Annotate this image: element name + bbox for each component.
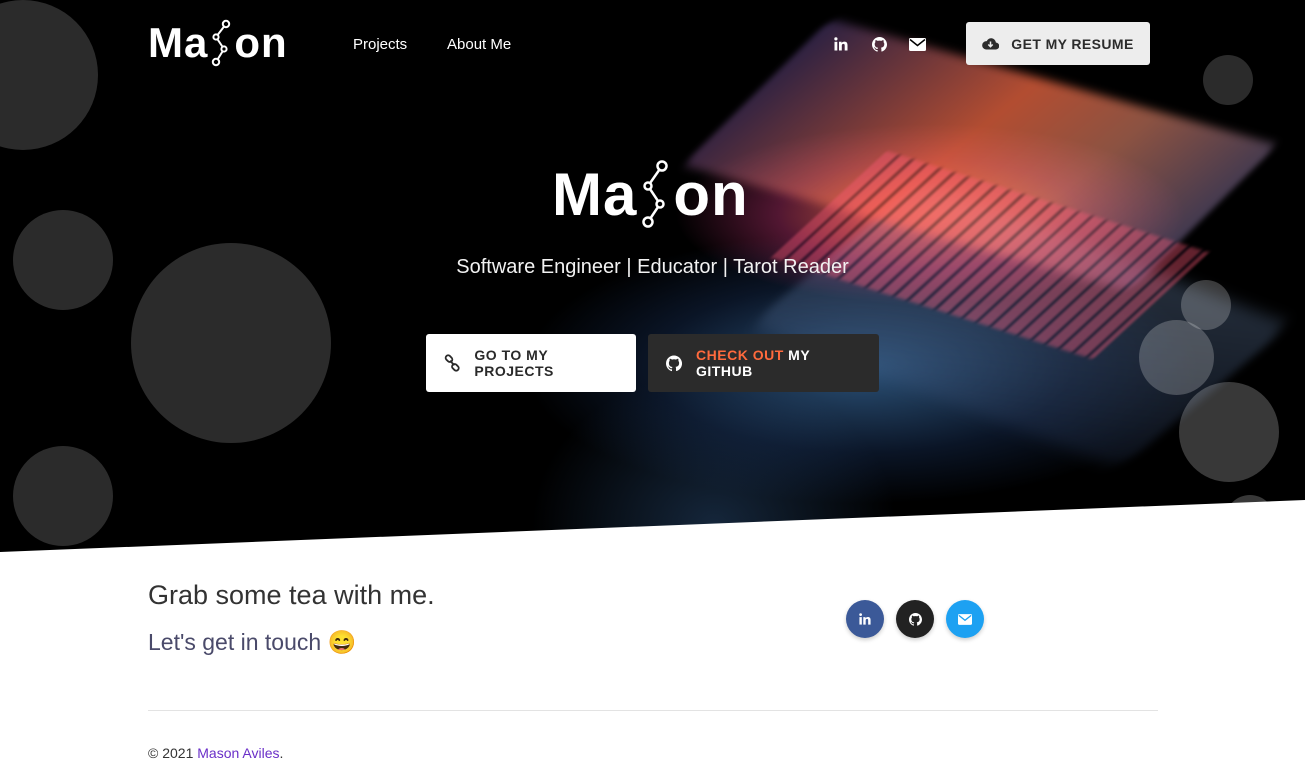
check-out-github-button[interactable]: CHECK OUT MY GITHUB [648, 334, 879, 392]
envelope-icon [958, 613, 972, 625]
hero-logo-prefix: Ma [552, 160, 638, 228]
decor-bubble [1179, 382, 1279, 482]
linkedin-icon[interactable] [831, 34, 851, 54]
projects-button-label: GO TO MY PROJECTS [474, 347, 554, 379]
go-to-projects-button[interactable]: GO TO MY PROJECTS [426, 334, 636, 392]
logo-suffix: on [234, 19, 288, 66]
copyright-text: © 2021 [148, 745, 194, 761]
hero-tagline: Software Engineer | Educator | Tarot Rea… [456, 256, 849, 278]
decor-bubble [1139, 320, 1214, 395]
footer-author-link[interactable]: Mason Aviles [197, 745, 279, 761]
envelope-icon[interactable] [907, 34, 927, 54]
linkedin-social-button[interactable] [846, 600, 884, 638]
contact-subheading: Let's get in touch 😄 [148, 629, 356, 656]
nav-link-about-me[interactable]: About Me [447, 36, 511, 53]
page: Ma on Projects About Me GET MY RESUME Ma… [0, 0, 1305, 764]
cloud-download-icon [982, 38, 1000, 50]
nav-link-projects[interactable]: Projects [353, 36, 407, 53]
footer-period: . [279, 745, 284, 761]
contact-subheading-text: Let's get in touch [148, 629, 322, 655]
contact-heading: Grab some tea with me. [148, 580, 435, 610]
footer-divider [148, 710, 1158, 711]
footer: © 2021 Mason Aviles. [148, 745, 283, 761]
top-nav: Ma on Projects About Me GET MY RESUME [0, 0, 1305, 90]
github-icon [666, 354, 683, 371]
email-social-button[interactable] [946, 600, 984, 638]
github-button-accent: CHECK OUT [696, 347, 784, 363]
github-social-button[interactable] [896, 600, 934, 638]
grin-emoji: 😄 [327, 629, 357, 655]
linkedin-icon [859, 613, 871, 625]
hero-logo: Ma on [552, 158, 749, 230]
logo-prefix: Ma [148, 19, 209, 66]
link-icon [444, 354, 460, 372]
site-logo[interactable]: Ma on [148, 18, 288, 68]
github-icon[interactable] [869, 34, 889, 54]
graph-s-icon [642, 160, 669, 228]
graph-s-icon [212, 19, 231, 67]
get-resume-button[interactable]: GET MY RESUME [966, 22, 1150, 65]
github-icon [908, 612, 922, 626]
decor-bubble [13, 446, 113, 546]
hero-logo-suffix: on [673, 160, 749, 228]
resume-button-label: GET MY RESUME [1011, 35, 1134, 52]
github-button-label: CHECK OUT MY GITHUB [696, 347, 861, 379]
